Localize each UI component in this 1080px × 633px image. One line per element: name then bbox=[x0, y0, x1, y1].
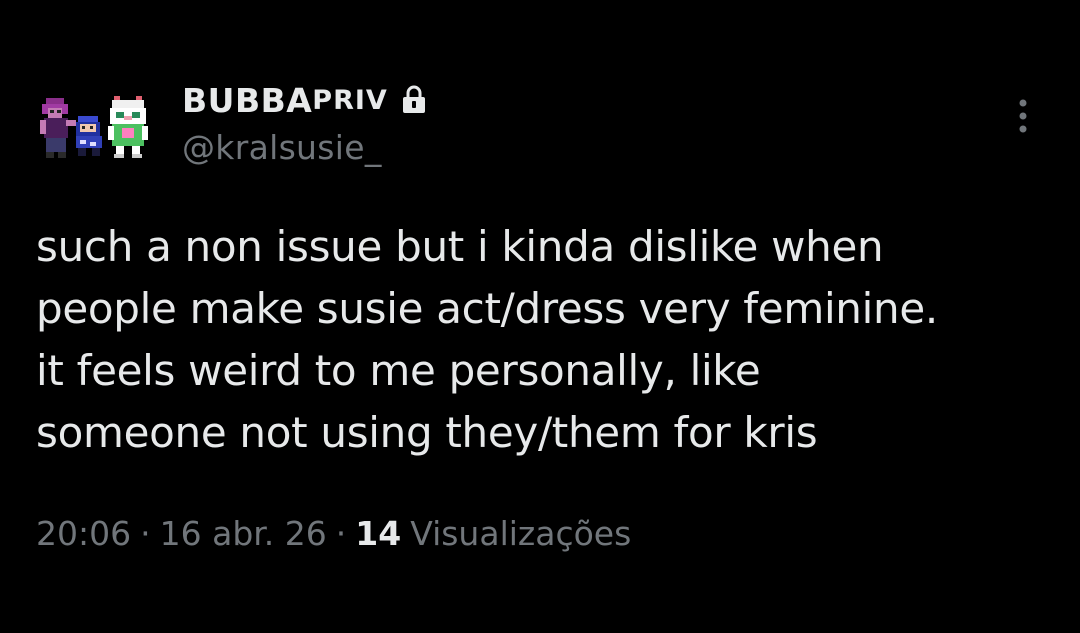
separator-dot: · bbox=[140, 514, 151, 553]
lock-icon bbox=[400, 85, 428, 115]
tweet-text: such a non issue but i kinda dislike whe… bbox=[36, 222, 938, 457]
avatar[interactable] bbox=[38, 94, 156, 166]
tweet-time[interactable]: 20:06 bbox=[36, 514, 131, 553]
display-name[interactable]: BUBBA bbox=[182, 81, 312, 120]
user-handle[interactable]: @kralsusie_ bbox=[182, 128, 382, 167]
tweet-date[interactable]: 16 abr. 26 bbox=[160, 514, 327, 553]
tweet-card: BUBBA PRIV @kralsusie_ such a non issue b… bbox=[0, 0, 1080, 633]
tweet-metadata: 20:06 · 16 abr. 26 · 14 Visualizações bbox=[36, 514, 631, 553]
more-options-button[interactable] bbox=[1008, 96, 1038, 136]
views-label[interactable]: Visualizações bbox=[410, 514, 631, 553]
display-name-suffix[interactable]: PRIV bbox=[312, 85, 388, 116]
display-name-row[interactable]: BUBBA PRIV bbox=[182, 78, 428, 122]
separator-dot: · bbox=[335, 514, 347, 553]
more-vertical-icon bbox=[1019, 99, 1027, 133]
views-count[interactable]: 14 bbox=[355, 514, 401, 553]
